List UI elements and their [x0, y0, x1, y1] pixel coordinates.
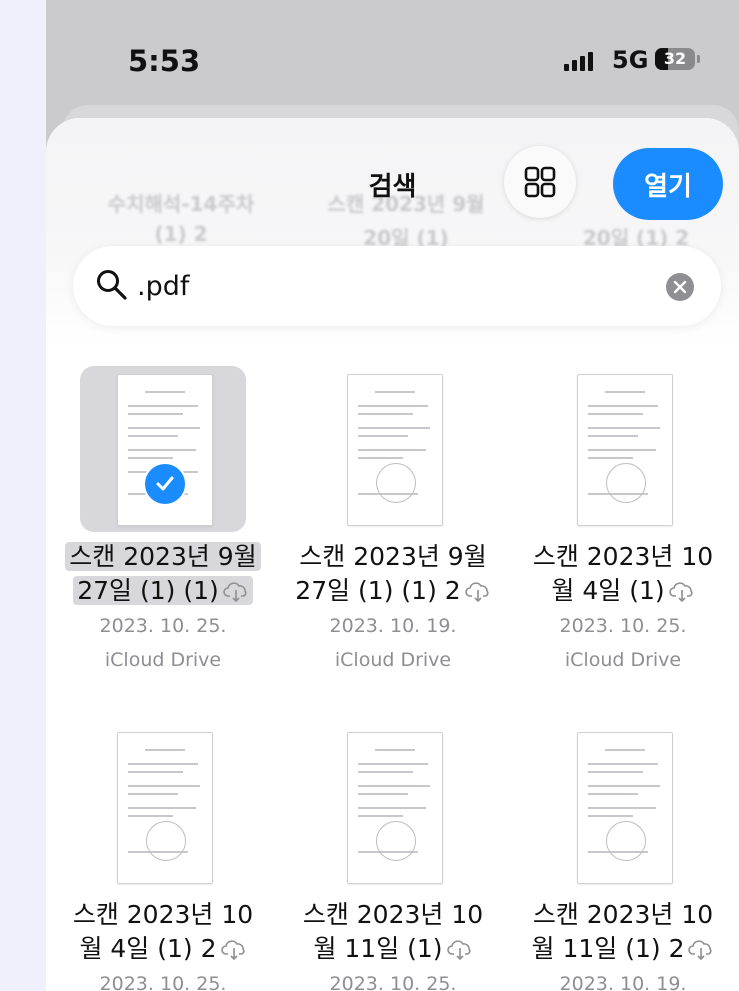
- document-preview: [117, 732, 213, 884]
- file-thumbnail: [310, 724, 476, 890]
- document-preview: [347, 374, 443, 526]
- file-name-line1: 스캔 2023년 10: [532, 900, 714, 929]
- file-name-line1: 스캔 2023년 9월: [299, 542, 487, 571]
- file-name: 스캔 2023년 10 월 11일 (1): [282, 898, 504, 966]
- document-preview: [577, 732, 673, 884]
- search-bar[interactable]: [73, 246, 721, 326]
- file-item[interactable]: 스캔 2023년 10 월 4일 (1) 2 2023. 10. 25.: [52, 724, 274, 991]
- phone-screen: 5:53 5G 32 수치해석-14주차 스캔 2023년 9월 (1) 2 2…: [46, 0, 739, 991]
- file-date: 2023. 10. 25.: [559, 615, 687, 637]
- file-date: 2023. 10. 19.: [559, 973, 687, 991]
- file-thumbnail: [80, 724, 246, 890]
- file-name-line2: 27일 (1) (1): [77, 576, 219, 605]
- cloud-download-icon: [688, 940, 713, 961]
- file-location: iCloud Drive: [334, 649, 452, 671]
- file-item[interactable]: 스캔 2023년 9월 27일 (1) (1) 2023. 10. 25. iC…: [52, 366, 274, 676]
- file-date: 2023. 10. 19.: [329, 615, 457, 637]
- file-date: 2023. 10. 25.: [99, 615, 227, 637]
- file-name-line2: 월 4일 (1): [551, 576, 665, 605]
- file-name-line2: 월 11일 (1): [313, 934, 443, 963]
- file-name-line1: 스캔 2023년 10: [532, 542, 714, 571]
- file-item[interactable]: 스캔 2023년 9월 27일 (1) (1) 2 2023. 10. 19. …: [282, 366, 504, 676]
- file-name: 스캔 2023년 10 월 11일 (1) 2: [512, 898, 734, 966]
- file-name-line1: 스캔 2023년 9월: [65, 542, 261, 571]
- grid-icon: [524, 166, 556, 198]
- file-item[interactable]: 스캔 2023년 10 월 4일 (1) 2023. 10. 25. iClou…: [512, 366, 734, 676]
- cloud-download-icon: [446, 940, 471, 961]
- file-name-line2: 27일 (1) (1) 2: [295, 576, 461, 605]
- network-label: 5G: [612, 46, 649, 74]
- cloud-download-icon: [222, 582, 247, 603]
- cloud-download-icon: [220, 940, 245, 961]
- file-thumbnail: [80, 366, 246, 532]
- file-name: 스캔 2023년 10 월 4일 (1): [512, 540, 734, 608]
- clear-icon: [673, 280, 687, 294]
- file-date: 2023. 10. 25.: [329, 973, 457, 991]
- status-time: 5:53: [128, 44, 201, 78]
- file-thumbnail: [540, 366, 706, 532]
- file-name: 스캔 2023년 9월 27일 (1) (1): [52, 540, 274, 608]
- file-thumbnail: [540, 724, 706, 890]
- file-date: 2023. 10. 25.: [99, 973, 227, 991]
- file-picker-sheet: 수치해석-14주차 스캔 2023년 9월 (1) 2 20일 (1) 20일 …: [46, 118, 739, 991]
- file-name: 스캔 2023년 9월 27일 (1) (1) 2: [282, 540, 504, 608]
- document-preview: [347, 732, 443, 884]
- battery-cap: [697, 55, 700, 63]
- file-name-line2: 월 11일 (1) 2: [531, 934, 685, 963]
- file-name-line1: 스캔 2023년 10: [302, 900, 484, 929]
- open-button[interactable]: 열기: [613, 148, 723, 220]
- cloud-download-icon: [464, 582, 489, 603]
- file-name: 스캔 2023년 10 월 4일 (1) 2: [52, 898, 274, 966]
- file-location: iCloud Drive: [104, 649, 222, 671]
- file-item[interactable]: 스캔 2023년 10 월 11일 (1) 2 2023. 10. 19.: [512, 724, 734, 991]
- battery-icon: 32: [655, 48, 695, 70]
- file-item[interactable]: 스캔 2023년 10 월 11일 (1) 2023. 10. 25.: [282, 724, 504, 991]
- file-name-line1: 스캔 2023년 10: [72, 900, 254, 929]
- status-bar: 5:53 5G 32: [46, 0, 739, 100]
- battery-level: 32: [663, 49, 687, 68]
- cloud-download-icon: [668, 582, 693, 603]
- search-input[interactable]: [137, 264, 657, 308]
- grid-view-button[interactable]: [504, 146, 576, 218]
- file-thumbnail: [310, 366, 476, 532]
- file-name-line2: 월 4일 (1) 2: [79, 934, 217, 963]
- search-icon: [97, 270, 127, 300]
- document-preview: [577, 374, 673, 526]
- selected-check-icon: [143, 462, 187, 506]
- signal-icon: [564, 52, 593, 71]
- clear-search-button[interactable]: [666, 273, 694, 301]
- file-location: iCloud Drive: [564, 649, 682, 671]
- ghost-text: (1) 2: [154, 222, 208, 246]
